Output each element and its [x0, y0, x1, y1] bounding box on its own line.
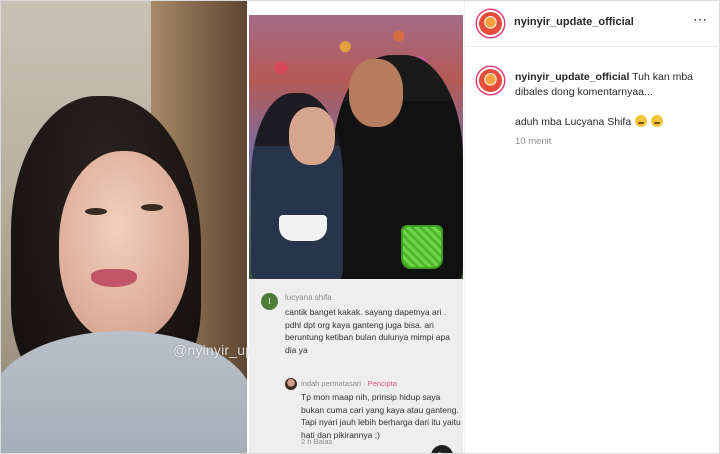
face-shape	[59, 151, 189, 341]
selfie-image	[1, 1, 247, 453]
sad-face-emoji	[635, 115, 648, 127]
post-time[interactable]: 10 menit	[515, 136, 551, 147]
man-face	[349, 59, 403, 127]
lips	[91, 269, 137, 287]
left-eye	[85, 208, 107, 215]
reply-avatar	[285, 378, 297, 390]
header-username[interactable]: nyinyir_update_official	[514, 16, 634, 28]
avatar[interactable]	[477, 10, 504, 37]
speaker-icon[interactable]: 🔈	[431, 445, 453, 453]
caption-username[interactable]: nyinyir_update_official	[515, 71, 629, 83]
commenter-username: lucyana shifa	[285, 293, 332, 302]
comment-thread: l lucyana shifa cantik banget kakak. say…	[249, 279, 463, 453]
green-basket	[401, 225, 443, 269]
post-media[interactable]: @nyinyir_update_official l lucyana shifa…	[1, 1, 463, 453]
post-header: nyinyir_update_official ⋯	[465, 1, 720, 47]
post-sidebar: nyinyir_update_official ⋯ nyinyir_update…	[464, 1, 720, 453]
caption-line2-row: aduh mba Lucyana Shifa	[515, 115, 715, 130]
face-mask	[279, 215, 327, 241]
commenter-avatar: l	[261, 293, 278, 310]
right-eye	[141, 204, 163, 211]
caption-body: nyinyir_update_official Tuh kan mba diba…	[515, 70, 715, 130]
woman-face	[289, 107, 335, 165]
more-horizontal-icon[interactable]: ⋯	[693, 11, 708, 28]
screenshot-panel: l lucyana shifa cantik banget kakak. say…	[249, 15, 463, 453]
caption-line2: aduh mba Lucyana Shifa	[515, 116, 632, 128]
couple-photo	[249, 15, 463, 279]
reply-username: indah permatasari	[301, 379, 362, 388]
reply-header: indah permatasari · Pencipta	[301, 379, 397, 388]
caption-avatar[interactable]	[477, 67, 504, 94]
sad-face-emoji	[651, 115, 664, 127]
reply-text: Tp mon maap nih, prinsip hidup saya buka…	[301, 392, 461, 440]
comment-text: cantik banget kakak. sayang dapetnya ari…	[285, 307, 450, 355]
creator-tag: · Pencipta	[363, 379, 397, 388]
reply-meta: 2 h Balas	[301, 437, 333, 446]
